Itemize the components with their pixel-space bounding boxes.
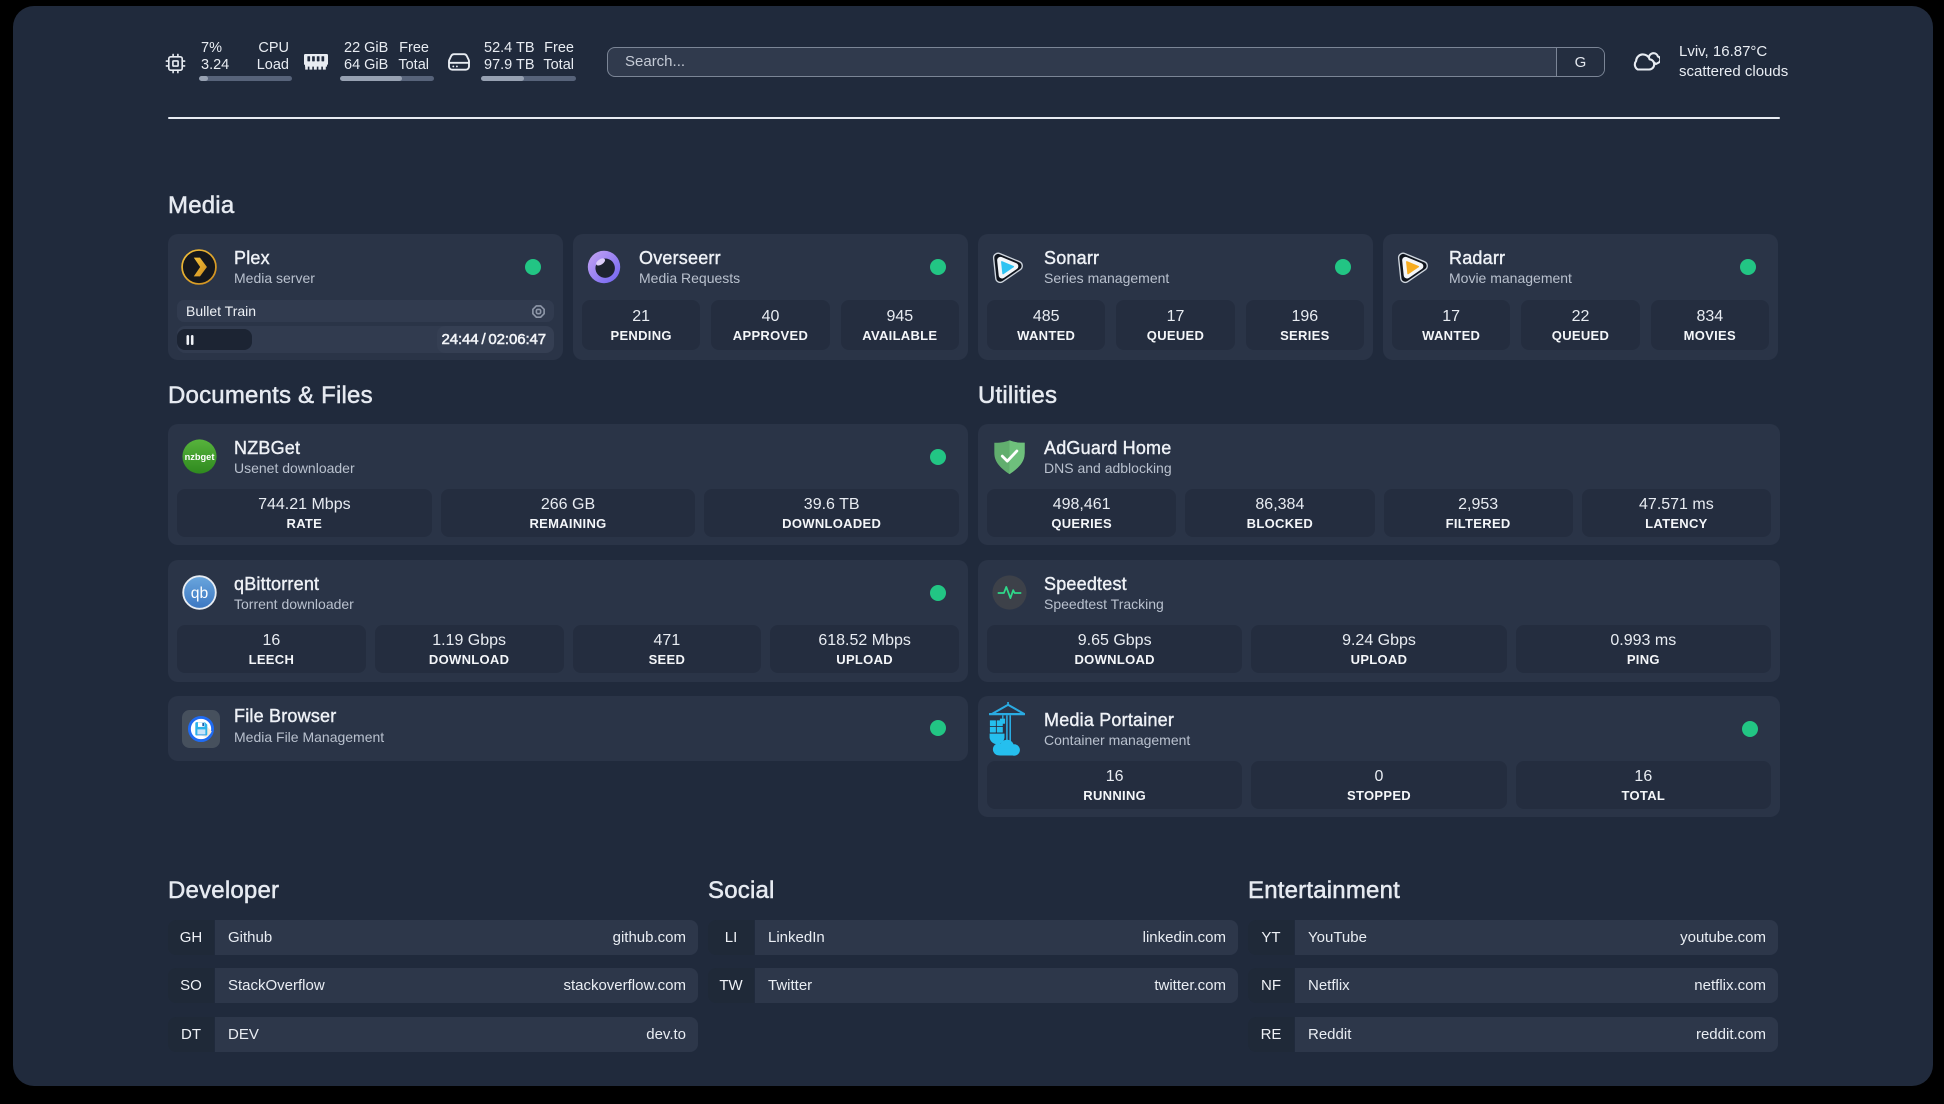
svg-text:nzbget: nzbget (185, 452, 215, 462)
svg-text:qb: qb (191, 585, 209, 602)
